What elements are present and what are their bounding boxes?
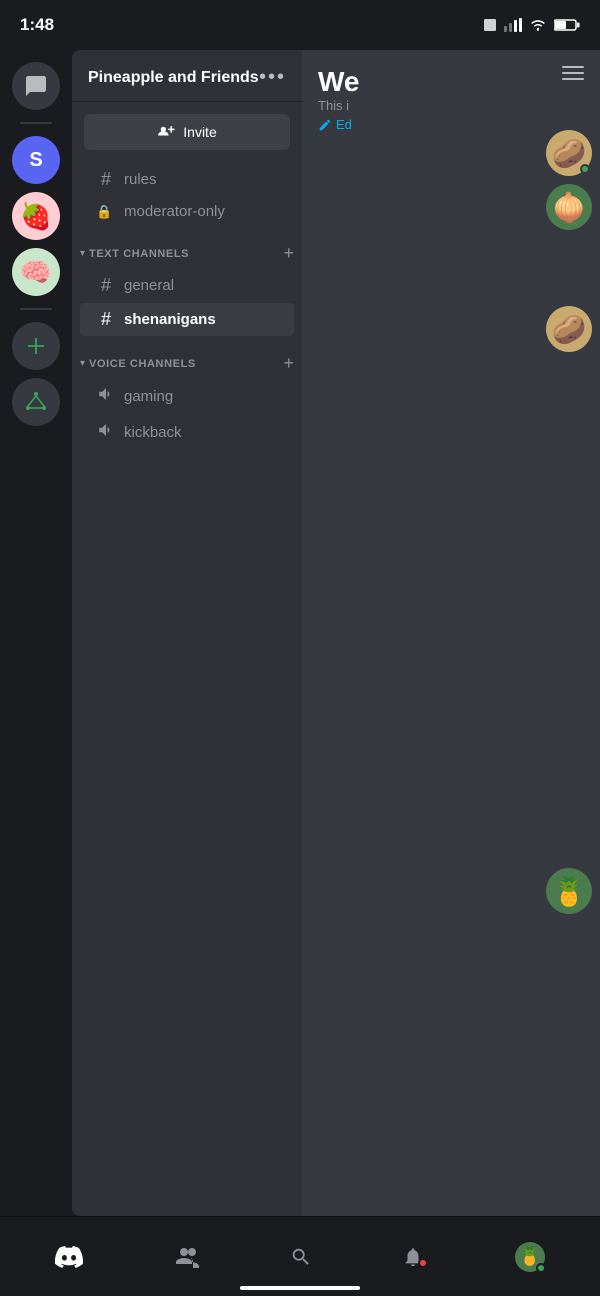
chevron-text-icon: ▾ [80, 248, 85, 259]
online-dot-1 [580, 164, 590, 174]
speaker-icon-gaming [96, 385, 116, 408]
pencil-icon [318, 118, 332, 132]
avatar-2: 🧅 [546, 184, 592, 230]
sidebar-item-add[interactable] [12, 322, 60, 370]
category-text-channels[interactable]: ▾ TEXT CHANNELS + [72, 227, 302, 268]
sidebar-item-directory[interactable] [12, 378, 60, 426]
server-sidebar: S 🍓 🧠 [0, 50, 72, 1216]
lock-hash-icon: 🔒 [96, 204, 116, 220]
welcome-text-container: We This i Ed [318, 66, 360, 132]
edit-button[interactable]: Ed [318, 117, 360, 132]
channel-item-general[interactable]: # general [80, 269, 294, 302]
status-icons [482, 17, 580, 33]
speaker-icon-kickback [96, 421, 116, 444]
directory-icon [24, 390, 48, 414]
notification-dot [418, 1258, 428, 1268]
channel-item-kickback[interactable]: kickback [80, 415, 294, 450]
profile-online-dot [536, 1263, 546, 1273]
profile-avatar-icon: 🍍 [515, 1242, 545, 1272]
s-letter: S [29, 149, 42, 172]
avatar-1: 🥔 [546, 130, 592, 176]
search-nav-icon [290, 1246, 312, 1268]
add-voice-channel-button[interactable]: + [283, 353, 294, 374]
category-left-text: ▾ TEXT CHANNELS [80, 248, 189, 260]
hash-icon: # [96, 169, 116, 190]
strawberry-emoji: 🍓 [20, 201, 52, 232]
nav-item-discord[interactable] [39, 1238, 99, 1276]
nav-item-notifications[interactable] [386, 1238, 440, 1276]
hash-icon-shenanigans: # [96, 309, 116, 330]
edit-label: Ed [336, 117, 352, 132]
channel-name-rules: rules [124, 171, 157, 188]
channel-item-gaming[interactable]: gaming [80, 379, 294, 414]
nav-item-friends[interactable] [158, 1238, 216, 1276]
add-server-icon [24, 334, 48, 358]
signal-icon [504, 18, 522, 32]
status-bar: 1:48 [0, 0, 600, 50]
channel-item-rules[interactable]: # rules [80, 163, 294, 196]
server-header: Pineapple and Friends ••• [72, 50, 302, 102]
wifi-icon [528, 18, 548, 32]
right-panel: We This i Ed 🥔 🧅 🥔 [302, 50, 600, 1216]
sidebar-item-home[interactable] [12, 62, 60, 110]
welcome-subtitle: This i [318, 98, 360, 113]
status-time: 1:48 [20, 15, 54, 35]
add-text-channel-button[interactable]: + [283, 243, 294, 264]
right-avatars: 🥔 🧅 🥔 🍍 [546, 130, 600, 914]
invite-label: Invite [183, 124, 216, 140]
home-indicator [240, 1286, 360, 1290]
avatar-emoji-3: 🥔 [552, 313, 587, 346]
invite-icon [157, 125, 175, 139]
contact-icon [482, 17, 498, 33]
category-label-voice: VOICE CHANNELS [89, 358, 196, 370]
category-voice-channels[interactable]: ▾ VOICE CHANNELS + [72, 337, 302, 378]
nav-item-search[interactable] [274, 1238, 328, 1276]
sidebar-divider-1 [20, 122, 52, 124]
channel-name-moderator-only: moderator-only [124, 203, 225, 220]
avatar-emoji-2: 🧅 [552, 191, 587, 224]
welcome-title: We [318, 66, 360, 98]
avatar-emoji-4: 🍍 [552, 875, 587, 908]
battery-icon [554, 18, 580, 32]
category-left-voice: ▾ VOICE CHANNELS [80, 358, 196, 370]
sidebar-item-strawberry[interactable]: 🍓 [12, 192, 60, 240]
avatar-4: 🍍 [546, 868, 592, 914]
sidebar-divider-2 [20, 308, 52, 310]
more-button[interactable]: ••• [259, 66, 286, 89]
main-layout: S 🍓 🧠 [0, 50, 600, 1216]
category-label-text: TEXT CHANNELS [89, 248, 189, 260]
channel-item-moderator-only[interactable]: 🔒 moderator-only [80, 197, 294, 226]
invite-button[interactable]: Invite [84, 114, 290, 150]
channel-name-kickback: kickback [124, 424, 182, 441]
chat-icon [24, 74, 48, 98]
bottom-nav: 🍍 [0, 1216, 600, 1296]
chevron-voice-icon: ▾ [80, 358, 85, 369]
channel-item-shenanigans[interactable]: # shenanigans [80, 303, 294, 336]
channel-name-general: general [124, 277, 174, 294]
nav-item-profile[interactable]: 🍍 [499, 1234, 561, 1280]
friends-icon [174, 1246, 200, 1268]
channel-list: # rules 🔒 moderator-only ▾ TEXT CHANNELS… [72, 158, 302, 1216]
channel-name-shenanigans: shenanigans [124, 311, 216, 328]
server-name: Pineapple and Friends [88, 69, 259, 87]
avatar-3: 🥔 [546, 306, 592, 352]
brain-emoji: 🧠 [20, 257, 52, 288]
hash-icon-general: # [96, 275, 116, 296]
sidebar-item-brain[interactable]: 🧠 [12, 248, 60, 296]
sidebar-item-s[interactable]: S [12, 136, 60, 184]
channel-panel: Pineapple and Friends ••• Invite # rules [72, 50, 302, 1216]
channel-name-gaming: gaming [124, 388, 173, 405]
discord-home-icon [55, 1246, 83, 1268]
